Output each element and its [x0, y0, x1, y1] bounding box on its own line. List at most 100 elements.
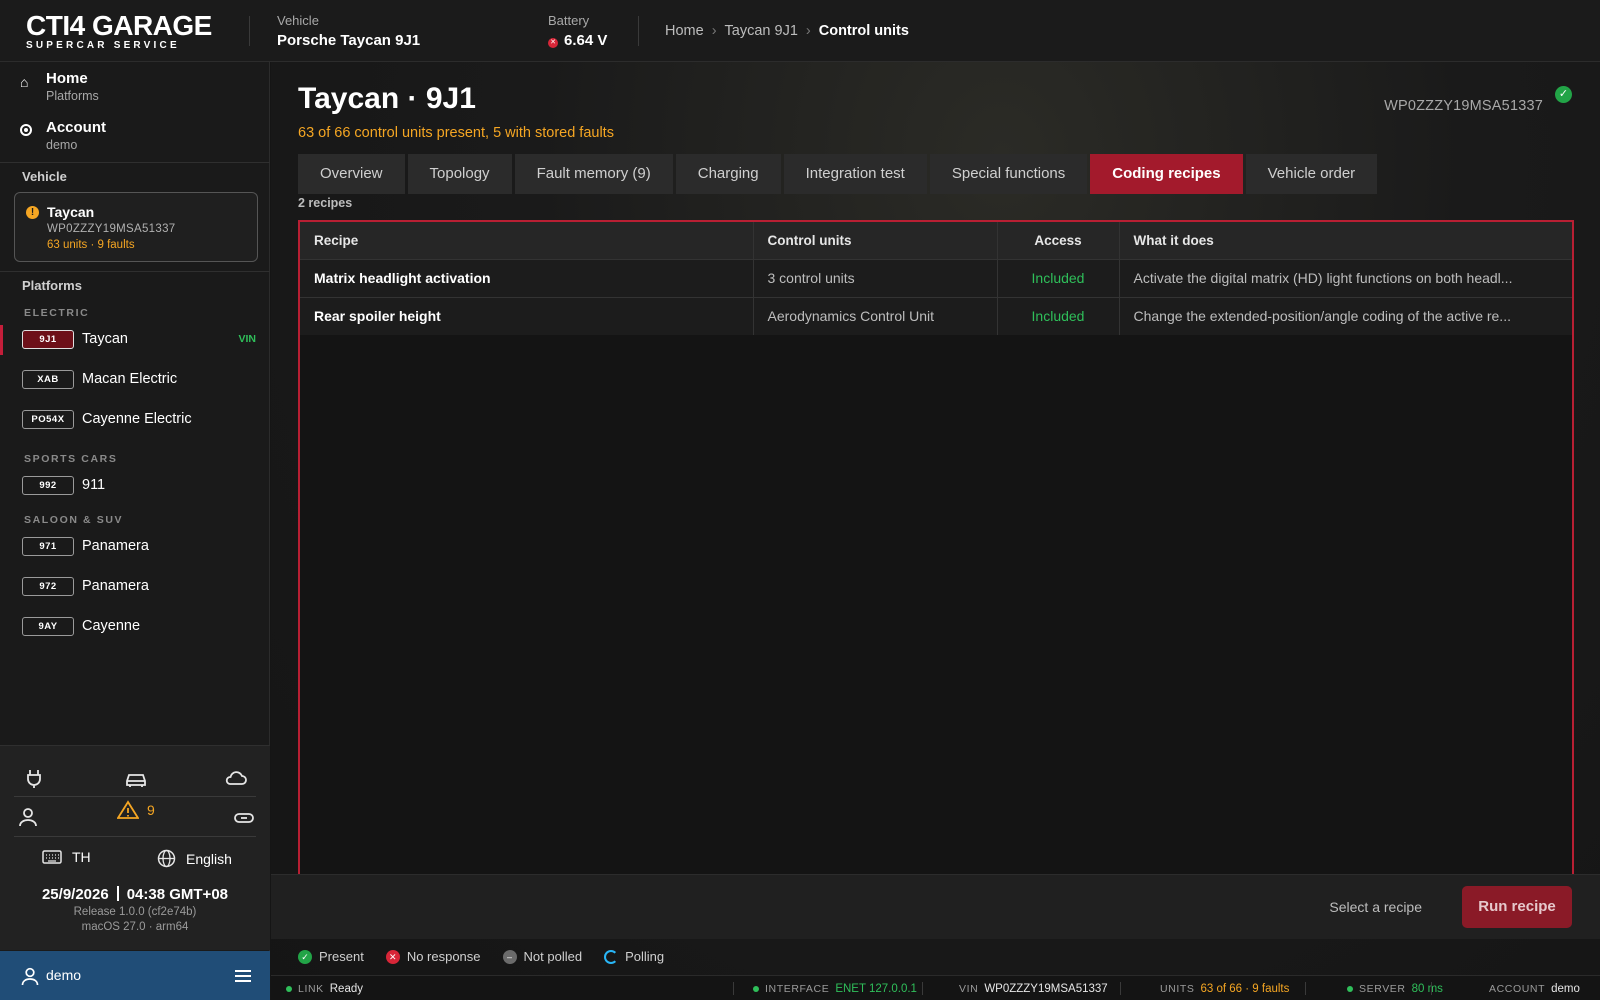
vin-tag: VIN	[238, 333, 256, 345]
sidebar-item-home[interactable]: ⌂ Home Platforms	[20, 70, 99, 103]
sidebar: ⌂ Home Platforms Account demo Vehicle ! …	[0, 62, 270, 1000]
recipe-control-units: Aerodynamics Control Unit	[753, 297, 998, 335]
column-header-access[interactable]: Access	[997, 222, 1120, 259]
platform-item-macan-electric[interactable]: XAB Macan Electric	[0, 365, 270, 395]
platform-item-cayenne-electric[interactable]: PO54X Cayenne Electric	[0, 405, 270, 435]
recipe-description: Change the extended-position/angle codin…	[1133, 308, 1511, 325]
app-logo[interactable]: CTI4 GARAGE SUPERCAR SERVICE	[26, 12, 212, 51]
breadcrumb-vehicle[interactable]: Taycan 9J1	[725, 23, 798, 39]
breadcrumb-home[interactable]: Home	[665, 23, 704, 39]
warnings-button[interactable]: 9	[117, 800, 155, 820]
vehicle-card-meta: 63 units · 9 faults	[47, 239, 135, 251]
divider	[1431, 982, 1432, 995]
breadcrumb: Home › Taycan 9J1 › Control units	[665, 23, 909, 39]
check-icon: ✓	[1555, 86, 1572, 103]
plug-icon[interactable]	[23, 767, 45, 789]
car-icon[interactable]	[124, 767, 148, 789]
user-bar[interactable]: demo	[0, 951, 270, 1000]
tab-integration-test[interactable]: Integration test	[783, 154, 927, 194]
vehicle-heading: Vehicle	[22, 169, 67, 184]
tab-overview[interactable]: Overview	[298, 154, 405, 194]
vehicle-card-name: Taycan	[47, 204, 95, 220]
recipe-name: Rear spoiler height	[300, 297, 754, 335]
vehicle-label: Vehicle	[277, 13, 319, 28]
battery-value: 6.64 V	[564, 32, 608, 49]
logo-sub-text: SUPERCAR SERVICE	[26, 40, 180, 51]
keyboard-icon	[42, 850, 62, 864]
platform-name: Panamera	[82, 538, 149, 554]
user-icon[interactable]	[17, 806, 39, 828]
platforms-heading: Platforms	[22, 278, 82, 293]
tab-vehicle-order[interactable]: Vehicle order	[1245, 154, 1378, 194]
platform-code-badge: PO54X	[22, 410, 74, 429]
platform-item-cayenne[interactable]: 9AY Cayenne	[0, 612, 270, 642]
legend-label: No response	[406, 949, 481, 964]
tab-fault-memory[interactable]: Fault memory (9)	[514, 154, 673, 194]
radio-icon	[20, 124, 32, 136]
platform-code-badge: XAB	[22, 370, 74, 389]
recipe-access: Included	[997, 259, 1120, 297]
platform-name: Taycan	[82, 331, 128, 347]
page-title: Taycan · 9J1	[298, 82, 476, 115]
platform-item-taycan[interactable]: 9J1 Taycan VIN	[0, 325, 270, 355]
status-key: SERVER	[1359, 983, 1406, 995]
divider	[0, 271, 270, 272]
language-button[interactable]: English	[157, 849, 232, 868]
link-icon[interactable]	[233, 807, 255, 829]
vehicle-card[interactable]: ! Taycan WP0ZZZY19MSA51337 63 units · 9 …	[14, 192, 258, 262]
breadcrumb-current: Control units	[818, 23, 909, 39]
divider	[0, 162, 270, 163]
tab-topology[interactable]: Topology	[407, 154, 512, 194]
sidebar-bottom-panel: 9 TH English 25/9/2026 04:38 GMT+08 Relea…	[0, 745, 270, 950]
platform-name: 911	[82, 477, 106, 493]
run-recipe-button[interactable]: Run recipe	[1462, 886, 1572, 928]
status-key: INTERFACE	[765, 983, 830, 995]
table-row[interactable]: Rear spoiler height Aerodynamics Control…	[300, 297, 1572, 335]
menu-icon[interactable]	[234, 969, 252, 983]
status-value: ENET 127.0.0.1	[835, 983, 917, 995]
platform-item-panamera-972[interactable]: 972 Panamera	[0, 572, 270, 602]
status-key: UNITS	[1160, 983, 1195, 995]
sidebar-item-account[interactable]: Account demo	[20, 119, 106, 152]
legend-label: Not polled	[523, 949, 583, 964]
sidebar-item-sublabel: demo	[46, 138, 78, 152]
home-icon: ⌂	[20, 74, 29, 90]
cloud-icon[interactable]	[224, 767, 248, 789]
status-server: SERVER 80 ms	[1347, 983, 1443, 995]
group-label-sports-cars: SPORTS CARS	[24, 453, 118, 465]
divider	[116, 886, 119, 901]
recipe-name: Matrix headlight activation	[300, 259, 754, 297]
column-header-control-units[interactable]: Control units	[753, 222, 998, 259]
status-dot-icon	[286, 986, 292, 992]
recipe-access: Included	[997, 297, 1120, 335]
column-header-recipe[interactable]: Recipe	[300, 222, 754, 259]
warning-icon: !	[26, 206, 39, 219]
battery-field: Battery ✕ 6.64 V	[548, 13, 607, 49]
battery-error-icon: ✕	[548, 38, 558, 48]
tab-special-functions[interactable]: Special functions	[929, 154, 1088, 194]
keyboard-layout-button[interactable]: TH	[42, 849, 91, 865]
top-bar: CTI4 GARAGE SUPERCAR SERVICE Vehicle Por…	[0, 0, 1600, 62]
date-text: 25/9/2026	[41, 886, 109, 903]
status-account: ACCOUNT demo	[1489, 983, 1580, 995]
recipe-control-units: 3 control units	[753, 259, 998, 297]
platform-code-badge: 971	[22, 537, 74, 556]
status-bar: LINK Ready INTERFACE ENET 127.0.0.1 VIN …	[271, 975, 1600, 1000]
sidebar-item-label: Account	[46, 119, 106, 136]
check-icon: ✓	[298, 949, 312, 964]
tab-bar: Overview Topology Fault memory (9) Charg…	[298, 154, 1378, 194]
column-header-description[interactable]: What it does	[1119, 222, 1572, 259]
group-label-electric: ELECTRIC	[24, 307, 90, 319]
keyboard-layout-label: TH	[72, 849, 91, 865]
platform-item-panamera-971[interactable]: 971 Panamera	[0, 532, 270, 562]
legend-label: Polling	[625, 949, 665, 964]
legend-item-present: ✓ Present	[298, 949, 364, 964]
platform-code-badge: 9AY	[22, 617, 74, 636]
tab-coding-recipes[interactable]: Coding recipes	[1090, 154, 1243, 194]
spinner-icon	[604, 949, 619, 964]
table-row[interactable]: Matrix headlight activation 3 control un…	[300, 259, 1572, 297]
tab-charging[interactable]: Charging	[675, 154, 781, 194]
date-time: 25/9/2026 04:38 GMT+08	[0, 886, 270, 903]
platform-item-911[interactable]: 992 911	[0, 471, 270, 501]
status-units: UNITS 63 of 66 · 9 faults	[1160, 983, 1289, 995]
